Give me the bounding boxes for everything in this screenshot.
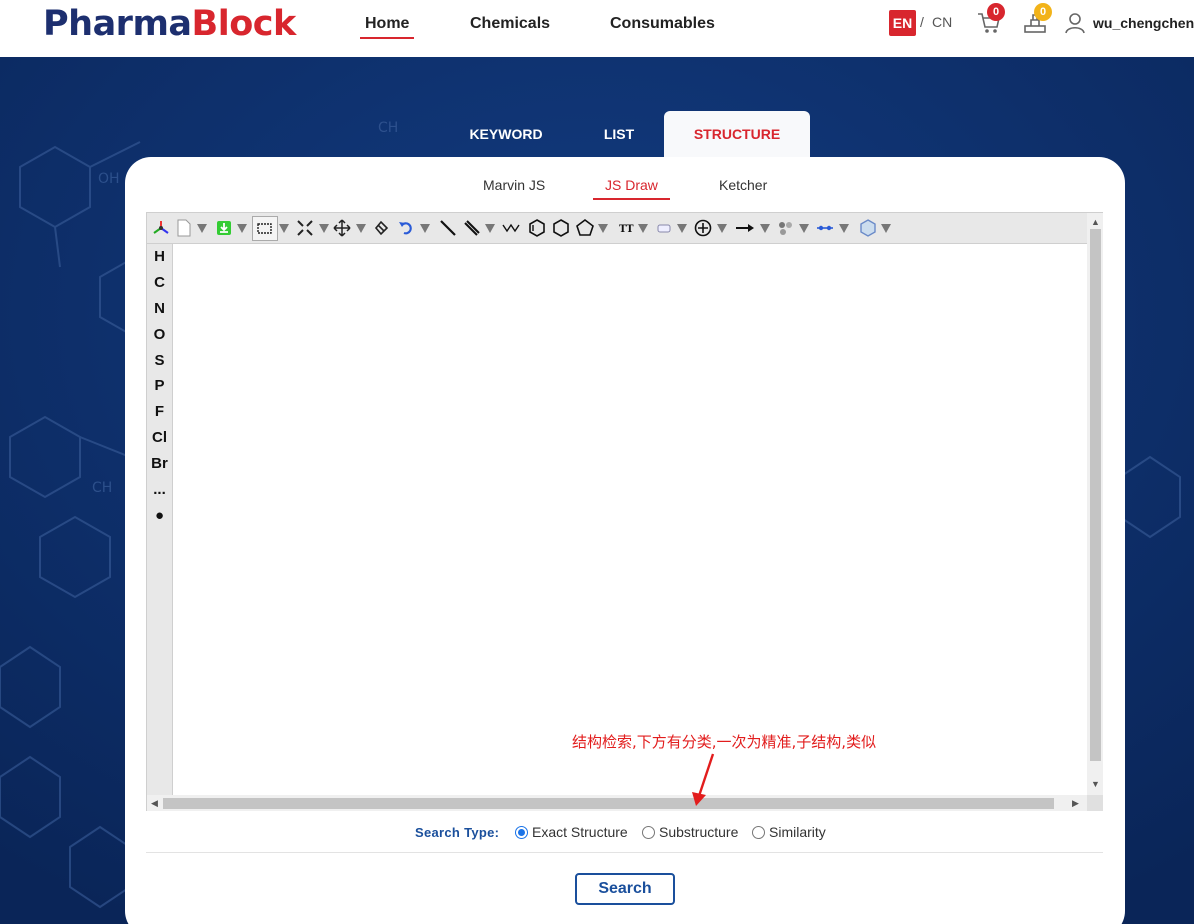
scroll-down-icon[interactable]: ▼ <box>1091 779 1100 789</box>
chevron-down-icon[interactable] <box>485 224 495 233</box>
group-icon[interactable] <box>777 219 795 237</box>
hexagon-ring-icon[interactable] <box>552 219 570 237</box>
template-icon[interactable] <box>152 219 170 237</box>
horizontal-scrollbar[interactable]: ◀ ▶ <box>147 795 1087 811</box>
chevron-down-icon[interactable] <box>319 224 329 233</box>
divider <box>146 852 1103 853</box>
tab-structure[interactable]: STRUCTURE <box>664 111 810 157</box>
svg-text:CH: CH <box>378 120 398 136</box>
undo-icon[interactable] <box>397 219 415 237</box>
annotation-text: 结构检索,下方有分类,一次为精准,子结构,类似 <box>572 733 877 751</box>
radio-similarity[interactable]: Similarity <box>752 824 826 840</box>
horizontal-scroll-thumb[interactable] <box>163 798 1054 809</box>
editor-tab-ketcher[interactable]: Ketcher <box>719 177 767 193</box>
tab-list[interactable]: LIST <box>580 111 658 157</box>
user-icon[interactable] <box>1065 12 1085 34</box>
top-header: PharmaBlock Home Chemicals Consumables E… <box>0 0 1194 57</box>
quote-count-badge: 0 <box>1034 3 1052 21</box>
download-icon[interactable] <box>215 219 233 237</box>
chevron-down-icon[interactable] <box>839 224 849 233</box>
search-button[interactable]: Search <box>575 873 675 905</box>
atom-palette: H C N O S P F Cl Br ... ● <box>147 244 173 795</box>
tab-keyword[interactable]: KEYWORD <box>446 111 566 157</box>
radio-checked-icon[interactable] <box>515 826 528 839</box>
chevron-down-icon[interactable] <box>420 224 430 233</box>
chevron-down-icon[interactable] <box>197 224 207 233</box>
scrollbar-corner <box>1087 795 1103 811</box>
cart-count-badge: 0 <box>987 3 1005 21</box>
nav-consumables[interactable]: Consumables <box>610 14 715 34</box>
double-bond-icon[interactable] <box>463 219 481 237</box>
atom-cl[interactable]: Cl <box>147 429 172 447</box>
atom-s[interactable]: S <box>147 352 172 370</box>
search-type-label: Search Type: <box>415 825 500 840</box>
atom-n[interactable]: N <box>147 300 172 318</box>
benzene-ring-icon[interactable] <box>528 219 546 237</box>
chevron-down-icon[interactable] <box>356 224 366 233</box>
logo-part1: Pharma <box>43 4 192 44</box>
structure-search-panel: Marvin JS JS Draw Ketcher TT H C N O S P… <box>125 157 1125 924</box>
atom-br[interactable]: Br <box>147 455 172 473</box>
pentagon-ring-icon[interactable] <box>576 219 594 237</box>
text-icon[interactable]: TT <box>618 219 636 237</box>
move-icon[interactable] <box>333 219 351 237</box>
chevron-down-icon[interactable] <box>760 224 770 233</box>
chevron-down-icon[interactable] <box>717 224 727 233</box>
radio-substructure[interactable]: Substructure <box>642 824 738 840</box>
atom-p[interactable]: P <box>147 377 172 395</box>
atom-c[interactable]: C <box>147 274 172 292</box>
annotation-arrow-icon <box>692 753 715 806</box>
atom-radical[interactable]: ● <box>147 507 172 525</box>
drawing-canvas[interactable] <box>174 244 1087 795</box>
select-rectangle-icon[interactable] <box>256 219 274 237</box>
radio-substructure-label: Substructure <box>659 824 739 840</box>
username[interactable]: wu_chengchen <box>1093 15 1194 31</box>
svg-text:CH: CH <box>92 480 112 496</box>
editor-tab-marvin[interactable]: Marvin JS <box>483 177 545 193</box>
logo-part2: Block <box>191 4 297 44</box>
atom-o[interactable]: O <box>147 326 172 344</box>
bracket-icon[interactable] <box>816 219 834 237</box>
nav-home[interactable]: Home <box>359 14 415 39</box>
chain-icon[interactable] <box>502 219 520 237</box>
jsdraw-editor: TT H C N O S P F Cl Br ... ● ▲ ▼ ◀ ▶ <box>146 212 1103 811</box>
chevron-down-icon[interactable] <box>881 224 891 233</box>
eraser-icon[interactable] <box>372 219 390 237</box>
scroll-right-icon[interactable]: ▶ <box>1072 798 1079 808</box>
chevron-down-icon[interactable] <box>237 224 247 233</box>
editor-toolbar: TT <box>147 213 1087 244</box>
atom-more[interactable]: ... <box>147 481 172 499</box>
atom-h[interactable]: H <box>147 248 172 266</box>
svg-text:TT: TT <box>619 224 634 235</box>
atom-f[interactable]: F <box>147 403 172 421</box>
radio-unchecked-icon[interactable] <box>752 826 765 839</box>
new-document-icon[interactable] <box>175 219 193 237</box>
lang-separator: / <box>920 14 924 30</box>
radio-similarity-label: Similarity <box>769 824 826 840</box>
radio-exact-structure[interactable]: Exact Structure <box>515 824 628 840</box>
reaction-arrow-icon[interactable] <box>736 219 754 237</box>
rectangle-shape-icon[interactable] <box>655 219 673 237</box>
chevron-down-icon[interactable] <box>799 224 809 233</box>
chevron-down-icon[interactable] <box>638 224 648 233</box>
radio-unchecked-icon[interactable] <box>642 826 655 839</box>
single-bond-icon[interactable] <box>439 219 457 237</box>
radio-exact-label: Exact Structure <box>532 824 628 840</box>
scroll-up-icon[interactable]: ▲ <box>1091 217 1100 227</box>
query-icon[interactable] <box>859 219 877 237</box>
lang-cn-button[interactable]: CN <box>932 14 952 30</box>
vertical-scrollbar[interactable]: ▲ ▼ <box>1087 213 1103 795</box>
lang-en-button[interactable]: EN <box>889 10 916 36</box>
chevron-down-icon[interactable] <box>598 224 608 233</box>
charge-plus-icon[interactable] <box>694 219 712 237</box>
scroll-left-icon[interactable]: ◀ <box>151 798 158 808</box>
chevron-down-icon[interactable] <box>677 224 687 233</box>
svg-text:OH: OH <box>98 171 120 187</box>
chevron-down-icon[interactable] <box>279 224 289 233</box>
nav-chemicals[interactable]: Chemicals <box>470 14 550 34</box>
vertical-scroll-thumb[interactable] <box>1090 229 1101 761</box>
pharmablock-logo[interactable]: PharmaBlock <box>43 4 296 44</box>
lasso-select-icon[interactable] <box>296 219 314 237</box>
editor-tab-jsdraw[interactable]: JS Draw <box>593 177 670 200</box>
